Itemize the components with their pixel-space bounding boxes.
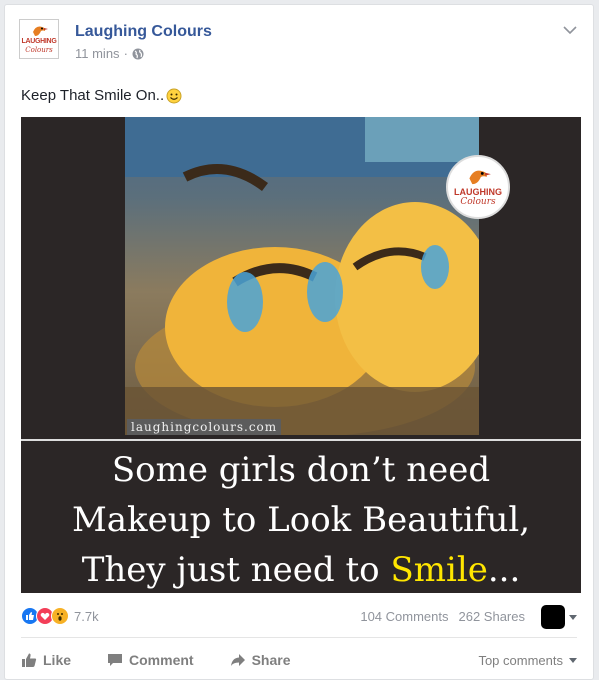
post-card: LAUGHING Colours Laughing Colours 11 min… <box>4 4 594 680</box>
like-label: Like <box>43 652 72 668</box>
post-timestamp[interactable]: 11 mins <box>75 46 120 61</box>
post-text: Keep That Smile On.. <box>21 87 182 104</box>
post-meta: 11 mins · <box>75 46 144 61</box>
page-name-link[interactable]: Laughing Colours <box>75 23 212 41</box>
globe-icon[interactable] <box>132 48 144 60</box>
plush-emoji-illustration <box>125 117 479 435</box>
wow-icon <box>51 607 69 625</box>
caret-down-icon <box>569 658 577 663</box>
badge-logo-top: LAUGHING <box>454 187 502 197</box>
post-header: LAUGHING Colours Laughing Colours 11 min… <box>19 17 579 61</box>
page-avatar[interactable]: LAUGHING Colours <box>19 19 59 59</box>
viewer-selector[interactable] <box>541 605 577 629</box>
smiley-emoji-icon <box>166 88 182 103</box>
caption-line-3-suffix: ... <box>487 550 521 590</box>
badge-logo-bottom: Colours <box>460 197 496 207</box>
watermark-text: laughingcolours.com <box>127 419 282 435</box>
reaction-count[interactable]: 7.7k <box>74 609 99 624</box>
bird-logo-icon <box>469 170 491 185</box>
comment-bubble-icon <box>108 654 123 666</box>
viewer-avatar <box>541 605 565 629</box>
bird-logo-icon <box>33 26 48 36</box>
caption-line-2: Makeup to Look Beautiful, <box>71 500 531 540</box>
share-arrow-icon <box>230 654 245 666</box>
caption-line-3-prefix: They just need to <box>81 550 391 590</box>
top-comments-label: Top comments <box>478 653 563 668</box>
shares-count-link[interactable]: 262 Shares <box>459 609 526 624</box>
post-media[interactable]: laughingcolours.com LAUGHING Colours Som… <box>21 117 581 593</box>
caret-down-icon <box>569 614 577 620</box>
caption-line-3: They just need to Smile... <box>21 545 581 593</box>
comments-count-link[interactable]: 104 Comments <box>360 609 448 624</box>
share-button[interactable]: Share <box>230 652 291 668</box>
engagement-counts: 104 Comments 262 Shares <box>360 609 525 624</box>
meta-separator: · <box>123 46 128 61</box>
like-button[interactable]: Like <box>21 652 71 668</box>
photo-crying-laughing-plush: laughingcolours.com <box>125 117 479 435</box>
avatar-logo-bottom: Colours <box>25 46 53 54</box>
reactions-summary[interactable]: 7.7k <box>21 607 99 625</box>
chevron-down-icon[interactable] <box>563 25 577 35</box>
comment-button[interactable]: Comment <box>107 652 194 668</box>
caption-highlight: Smile <box>390 550 488 590</box>
action-bar: Like Comment Share Top comments <box>21 645 577 675</box>
thumbs-up-icon <box>22 653 37 667</box>
post-stats: 7.7k 104 Comments 262 Shares <box>21 605 577 629</box>
post-message: Keep That Smile On.. <box>21 87 165 104</box>
brand-logo-badge: LAUGHING Colours <box>446 155 510 219</box>
caption-line-1: Some girls don’t need <box>111 450 491 490</box>
actions-divider <box>21 637 577 638</box>
avatar-logo-top: LAUGHING <box>21 38 57 45</box>
share-label: Share <box>251 652 291 668</box>
comment-label: Comment <box>129 652 194 668</box>
image-caption: Some girls don’t need Makeup to Look Bea… <box>21 441 581 593</box>
top-comments-dropdown[interactable]: Top comments <box>478 653 577 668</box>
